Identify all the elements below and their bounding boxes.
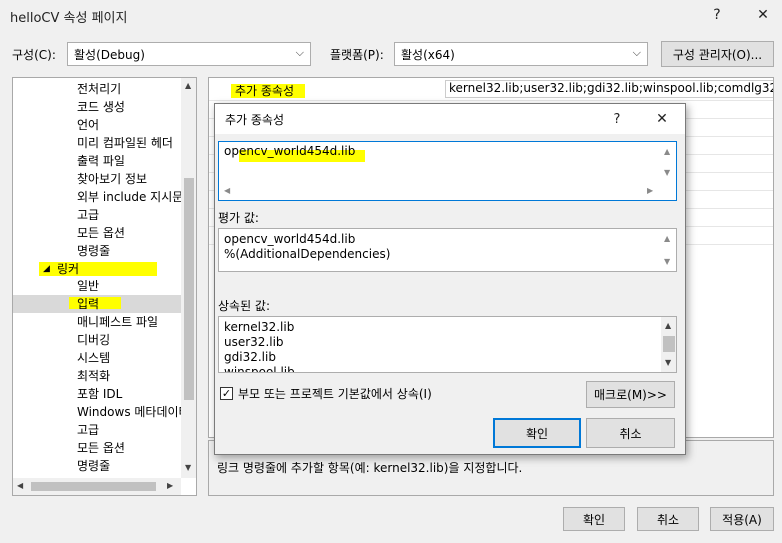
scroll-down-icon[interactable]: ▼ <box>185 463 191 472</box>
dialog-ok-button[interactable]: 확인 <box>493 418 581 448</box>
chevron-down-icon: ⌵ <box>632 46 641 59</box>
tree-item[interactable]: 출력 파일 <box>77 152 125 170</box>
scroll-thumb[interactable] <box>184 178 194 400</box>
apply-button[interactable]: 적용(A) <box>710 507 774 531</box>
evaluated-line: opencv_world454d.lib <box>224 232 356 246</box>
tree-item[interactable]: 찾아보기 정보 <box>77 170 147 188</box>
tree-item[interactable]: 미리 컴파일된 헤더 <box>77 134 173 152</box>
scroll-down-icon[interactable]: ▼ <box>664 257 670 266</box>
config-dropdown[interactable]: 활성(Debug) ⌵ <box>67 42 311 66</box>
scroll-up-icon[interactable]: ▲ <box>665 321 671 330</box>
checkmark-icon: ✓ <box>221 387 232 400</box>
inherit-checkbox-label[interactable]: 부모 또는 프로젝트 기본값에서 상속(I) <box>238 385 432 402</box>
inherited-line: kernel32.lib <box>224 320 295 334</box>
tree-item[interactable]: Windows 메타데이터 <box>77 403 190 421</box>
scroll-thumb[interactable] <box>663 336 675 352</box>
tree-item[interactable]: 코드 생성 <box>77 98 125 116</box>
config-dropdown-value: 활성(Debug) <box>74 47 145 62</box>
scroll-down-icon[interactable]: ▼ <box>665 358 671 367</box>
scroll-up-icon[interactable]: ▲ <box>185 81 191 90</box>
scroll-thumb[interactable] <box>31 482 156 491</box>
tree-item[interactable]: 시스템 <box>77 349 110 367</box>
inherited-line: user32.lib <box>224 335 284 349</box>
scroll-right-icon[interactable]: ▶ <box>647 186 653 195</box>
inherited-line: gdi32.lib <box>224 350 276 364</box>
tree-item[interactable]: 전처리기 <box>77 80 121 98</box>
tree-item[interactable]: 디버깅 <box>77 331 110 349</box>
dialog-help-button[interactable]: ? <box>600 104 634 134</box>
config-label: 구성(C): <box>12 48 56 62</box>
window-close-button[interactable]: ✕ <box>746 0 780 30</box>
tree-vertical-scrollbar[interactable]: ▲ ▼ <box>181 78 196 478</box>
dialog-cancel-button[interactable]: 취소 <box>586 418 675 448</box>
input-text[interactable]: opencv_world454d.lib <box>224 144 355 158</box>
scroll-left-icon[interactable]: ◀ <box>224 186 230 195</box>
property-name[interactable]: 추가 종속성 <box>235 82 294 99</box>
scroll-up-icon[interactable]: ▲ <box>664 147 670 156</box>
settings-tree[interactable]: 전처리기 코드 생성 언어 미리 컴파일된 헤더 출력 파일 찾아보기 정보 외부 incl… <box>12 77 197 496</box>
tree-item[interactable]: 고급 <box>77 206 99 224</box>
property-value[interactable]: kernel32.lib;user32.lib;gdi32.lib;winspo… <box>445 80 773 98</box>
scroll-right-icon[interactable]: ▶ <box>167 481 173 490</box>
platform-dropdown[interactable]: 활성(x64) ⌵ <box>394 42 648 66</box>
evaluated-values-box: opencv_world454d.lib %(AdditionalDepende… <box>218 228 677 272</box>
inherit-checkbox-row[interactable]: ✓ 부모 또는 프로젝트 기본값에서 상속(I) <box>220 385 432 402</box>
tree-horizontal-scrollbar[interactable]: ◀ ▶ <box>13 478 181 495</box>
dialog-close-button[interactable]: ✕ <box>645 104 679 134</box>
additional-dependencies-dialog: 추가 종속성 ? ✕ opencv_world454d.lib ▲ ▼ ◀ ▶ … <box>214 103 686 455</box>
dialog-title: 추가 종속성 <box>225 113 285 127</box>
inherited-scrollbar[interactable]: ▲ ▼ <box>661 317 676 372</box>
tree-item[interactable]: 외부 include 지시문 <box>77 188 183 206</box>
config-manager-button[interactable]: 구성 관리자(O)... <box>661 41 774 67</box>
inherit-checkbox[interactable]: ✓ <box>220 387 233 400</box>
inherited-values-box: kernel32.lib user32.lib gdi32.lib winspo… <box>218 316 677 373</box>
platform-label: 플랫폼(P): <box>330 48 384 62</box>
tree-item-linker[interactable]: 링커 <box>57 260 79 278</box>
platform-dropdown-value: 활성(x64) <box>401 47 455 62</box>
grid-divider <box>209 100 773 101</box>
ok-button[interactable]: 확인 <box>563 507 625 531</box>
dependencies-input[interactable]: opencv_world454d.lib ▲ ▼ ◀ ▶ <box>218 141 677 201</box>
chevron-down-icon: ⌵ <box>295 46 304 59</box>
inherited-line: winspool.lib <box>224 365 295 373</box>
expander-icon[interactable]: ◢ <box>43 260 50 278</box>
description-text: 링크 명령줄에 추가할 항목(예: kernel32.lib)을 지정합니다. <box>217 461 523 475</box>
macro-button[interactable]: 매크로(M)>> <box>586 381 675 408</box>
tree-item-selected[interactable]: 입력 <box>77 295 99 313</box>
tree-item[interactable]: 명령줄 <box>77 242 110 260</box>
tree-item[interactable]: 언어 <box>77 116 99 134</box>
tree-item[interactable]: 포함 IDL <box>77 385 122 403</box>
inherited-label: 상속된 값: <box>218 299 271 313</box>
window-help-button[interactable]: ? <box>700 0 734 30</box>
tree-item[interactable]: 고급 <box>77 421 99 439</box>
tree-item[interactable]: 최적화 <box>77 367 110 385</box>
scroll-down-icon[interactable]: ▼ <box>664 168 670 177</box>
tree-item[interactable]: 모든 옵션 <box>77 224 125 242</box>
tree-item[interactable]: 일반 <box>77 277 99 295</box>
scroll-left-icon[interactable]: ◀ <box>17 481 23 490</box>
tree-item[interactable]: 모든 옵션 <box>77 439 125 457</box>
tree-item[interactable]: 명령줄 <box>77 457 110 475</box>
cancel-button[interactable]: 취소 <box>637 507 699 531</box>
evaluated-line: %(AdditionalDependencies) <box>224 247 391 261</box>
scroll-up-icon[interactable]: ▲ <box>664 234 670 243</box>
tree-item[interactable]: 매니페스트 파일 <box>77 313 158 331</box>
evaluated-label: 평가 값: <box>218 211 259 225</box>
window-title: helloCV 속성 페이지 <box>10 11 128 26</box>
